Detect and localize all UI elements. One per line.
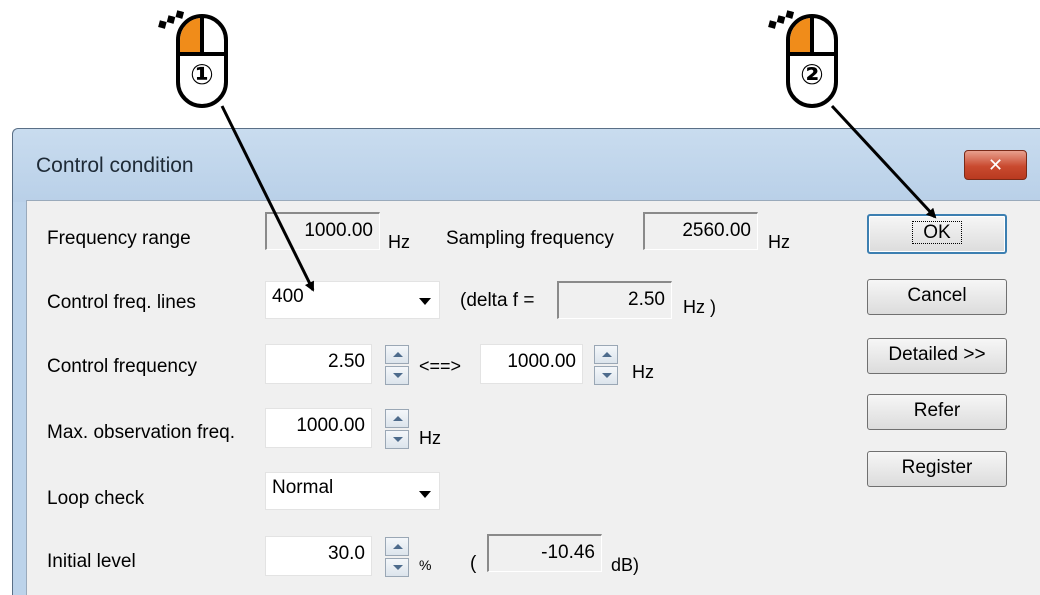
arrow-to-ok-button bbox=[830, 104, 937, 219]
arrow-to-control-freq-lines bbox=[220, 105, 315, 292]
annotation-arrows bbox=[220, 104, 937, 292]
